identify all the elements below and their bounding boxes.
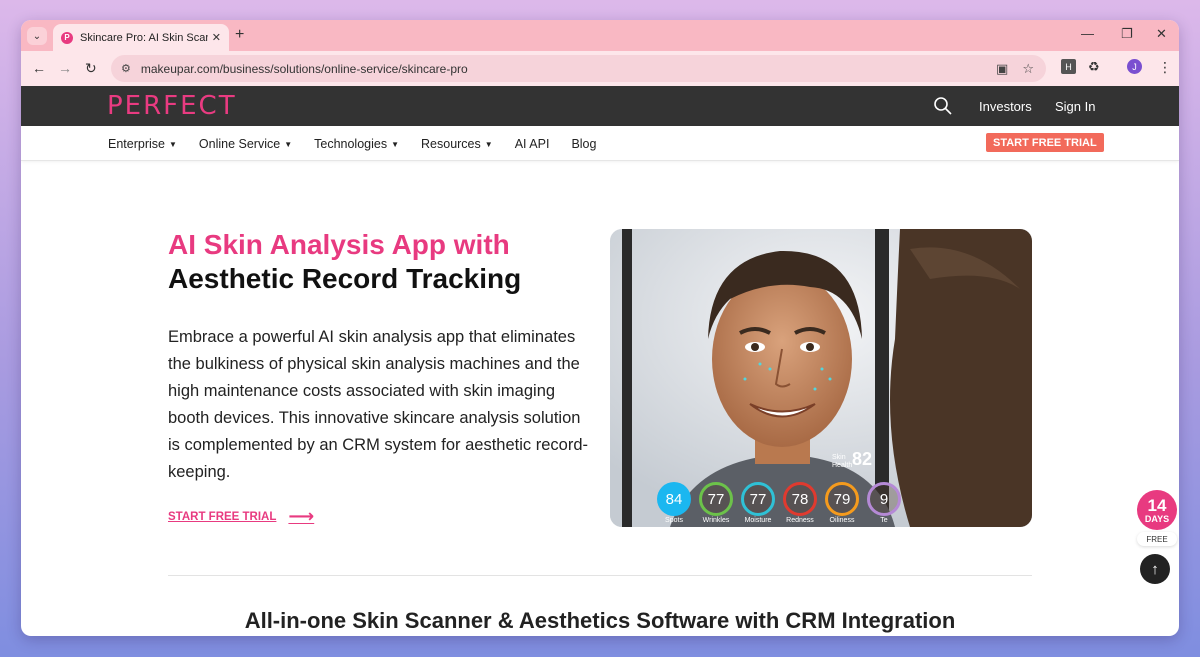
metric-ring: 79: [825, 482, 859, 516]
arrow-right-icon: ⟶: [288, 506, 315, 526]
metric-label: Redness: [786, 517, 814, 524]
days-label: DAYS: [1144, 513, 1170, 524]
metric-item: 9 Te: [866, 482, 902, 524]
tab-search-button[interactable]: ⌄: [27, 27, 47, 45]
metric-label: Spots: [665, 517, 683, 524]
hero-description: Embrace a powerful AI skin analysis app …: [168, 328, 588, 481]
metric-ring: 78: [783, 482, 817, 516]
bookmark-star-icon[interactable]: ☆: [1022, 61, 1034, 77]
metric-value: 79: [833, 490, 851, 508]
start-free-trial-button[interactable]: START FREE TRIAL: [986, 133, 1104, 152]
favicon-icon: P: [61, 31, 73, 44]
skin-health-score: 82: [852, 449, 873, 469]
nav-resources[interactable]: Resources ▼: [421, 137, 493, 151]
days-circle: 14 DAYS: [1137, 490, 1177, 530]
metric-item: 78 Redness: [782, 482, 818, 524]
metric-item: 77 Moisture: [740, 482, 776, 524]
cta-label: START FREE TRIAL: [168, 510, 277, 523]
back-to-top-button[interactable]: ↑: [1140, 554, 1170, 584]
sign-in-link[interactable]: Sign In: [1055, 99, 1095, 114]
hero-start-free-trial-link[interactable]: START FREE TRIAL ⟶: [168, 506, 314, 527]
restore-icon[interactable]: ❐: [1121, 26, 1133, 42]
nav-technologies[interactable]: Technologies ▼: [314, 137, 399, 151]
caret-down-icon: ▼: [484, 139, 493, 149]
extension-h-icon[interactable]: H: [1061, 59, 1076, 74]
metric-item: 84 Spots: [656, 482, 692, 524]
arrow-up-icon: ↑: [1151, 560, 1159, 578]
address-bar[interactable]: ⚙ makeupar.com/business/solutions/online…: [111, 55, 1046, 82]
forward-arrow-icon[interactable]: →: [58, 60, 72, 76]
free-label: FREE: [1137, 532, 1177, 546]
search-icon[interactable]: [933, 96, 953, 116]
new-tab-icon[interactable]: +: [235, 26, 244, 44]
nav-blog[interactable]: Blog: [571, 137, 596, 151]
close-tab-icon[interactable]: ✕: [212, 31, 221, 44]
nav-label: Technologies: [314, 137, 388, 151]
metric-item: 79 Oiliness: [824, 482, 860, 524]
metric-ring: 84: [657, 482, 691, 516]
metric-ring: 77: [699, 482, 733, 516]
site-header: PERFECT Investors Sign In: [21, 86, 1179, 126]
metric-label: Te: [880, 517, 888, 524]
nav-label: Online Service: [198, 137, 281, 151]
nav-online-service[interactable]: Online Service ▼: [199, 137, 292, 151]
site-info-icon[interactable]: ⚙: [121, 62, 131, 75]
metric-item: 77 Wrinkles: [698, 482, 734, 524]
days-number: 14: [1147, 495, 1167, 515]
reload-icon[interactable]: ↻: [85, 60, 97, 77]
section-divider: [168, 575, 1032, 576]
back-arrow-icon[interactable]: ←: [32, 60, 46, 76]
investors-link[interactable]: Investors: [979, 99, 1032, 114]
close-window-icon[interactable]: ✕: [1156, 26, 1167, 42]
section-title: All-in-one Skin Scanner & Aesthetics Sof…: [244, 608, 956, 633]
nav-ai-api[interactable]: AI API: [515, 137, 550, 151]
minimize-icon[interactable]: —: [1081, 26, 1094, 41]
metric-ring: 9: [867, 482, 901, 516]
nav-label: Resources: [421, 137, 481, 151]
free-trial-days-badge[interactable]: 14 DAYS FREE: [1137, 490, 1177, 546]
kebab-menu-icon[interactable]: ⋮: [1158, 59, 1172, 76]
metric-value: 78: [791, 490, 809, 508]
hero-title-dark: Aesthetic Record Tracking: [168, 263, 522, 294]
tab-title: Skincare Pro: AI Skin Scanner: [80, 31, 208, 44]
metric-value: 9: [879, 490, 889, 508]
tab-strip: ⌄ P Skincare Pro: AI Skin Scanner ✕ + — …: [21, 20, 1179, 51]
metric-value: 77: [749, 490, 767, 508]
browser-tab[interactable]: P Skincare Pro: AI Skin Scanner ✕: [53, 24, 229, 51]
main-nav: Enterprise ▼ Online Service ▼ Technologies…: [21, 126, 1179, 161]
metric-value: 84: [665, 490, 683, 508]
metric-label: Moisture: [744, 517, 772, 524]
metric-label: Oiliness: [829, 517, 855, 524]
metric-value: 77: [707, 490, 725, 508]
caret-down-icon: ▼: [168, 139, 177, 149]
caret-down-icon: ▼: [391, 139, 400, 149]
caret-down-icon: ▼: [284, 139, 293, 149]
install-app-icon[interactable]: ▣: [996, 61, 1008, 77]
extensions-puzzle-icon[interactable]: ♻: [1088, 59, 1100, 75]
chevron-down-icon: ⌄: [32, 30, 42, 42]
skin-scan-hero-image: Skin Health 82 84 Spots 77 Wrinkles 77 Moistu…: [610, 229, 1032, 527]
url-text[interactable]: makeupar.com/business/solutions/online-s…: [141, 62, 468, 76]
metric-label: Wrinkles: [702, 517, 730, 524]
skin-health-label: Skin Health: [832, 454, 853, 469]
hero-title: AI Skin Analysis App with Aesthetic Reco…: [168, 228, 521, 296]
browser-window: ⌄ P Skincare Pro: AI Skin Scanner ✕ + — …: [21, 20, 1179, 636]
profile-avatar[interactable]: J: [1127, 59, 1142, 74]
skin-health-readout: Skin Health 82: [832, 449, 872, 470]
perfect-logo[interactable]: PERFECT: [107, 91, 237, 121]
metric-row: 84 Spots 77 Wrinkles 77 Moisture 78 Redness 79 Oi…: [656, 482, 902, 524]
browser-toolbar: ← → ↻ ⚙ makeupar.com/business/solutions/…: [21, 51, 1179, 86]
nav-label: Enterprise: [108, 137, 165, 151]
hero-title-pink: AI Skin Analysis App with: [168, 229, 510, 260]
metric-ring: 77: [741, 482, 775, 516]
nav-enterprise[interactable]: Enterprise ▼: [108, 137, 177, 151]
